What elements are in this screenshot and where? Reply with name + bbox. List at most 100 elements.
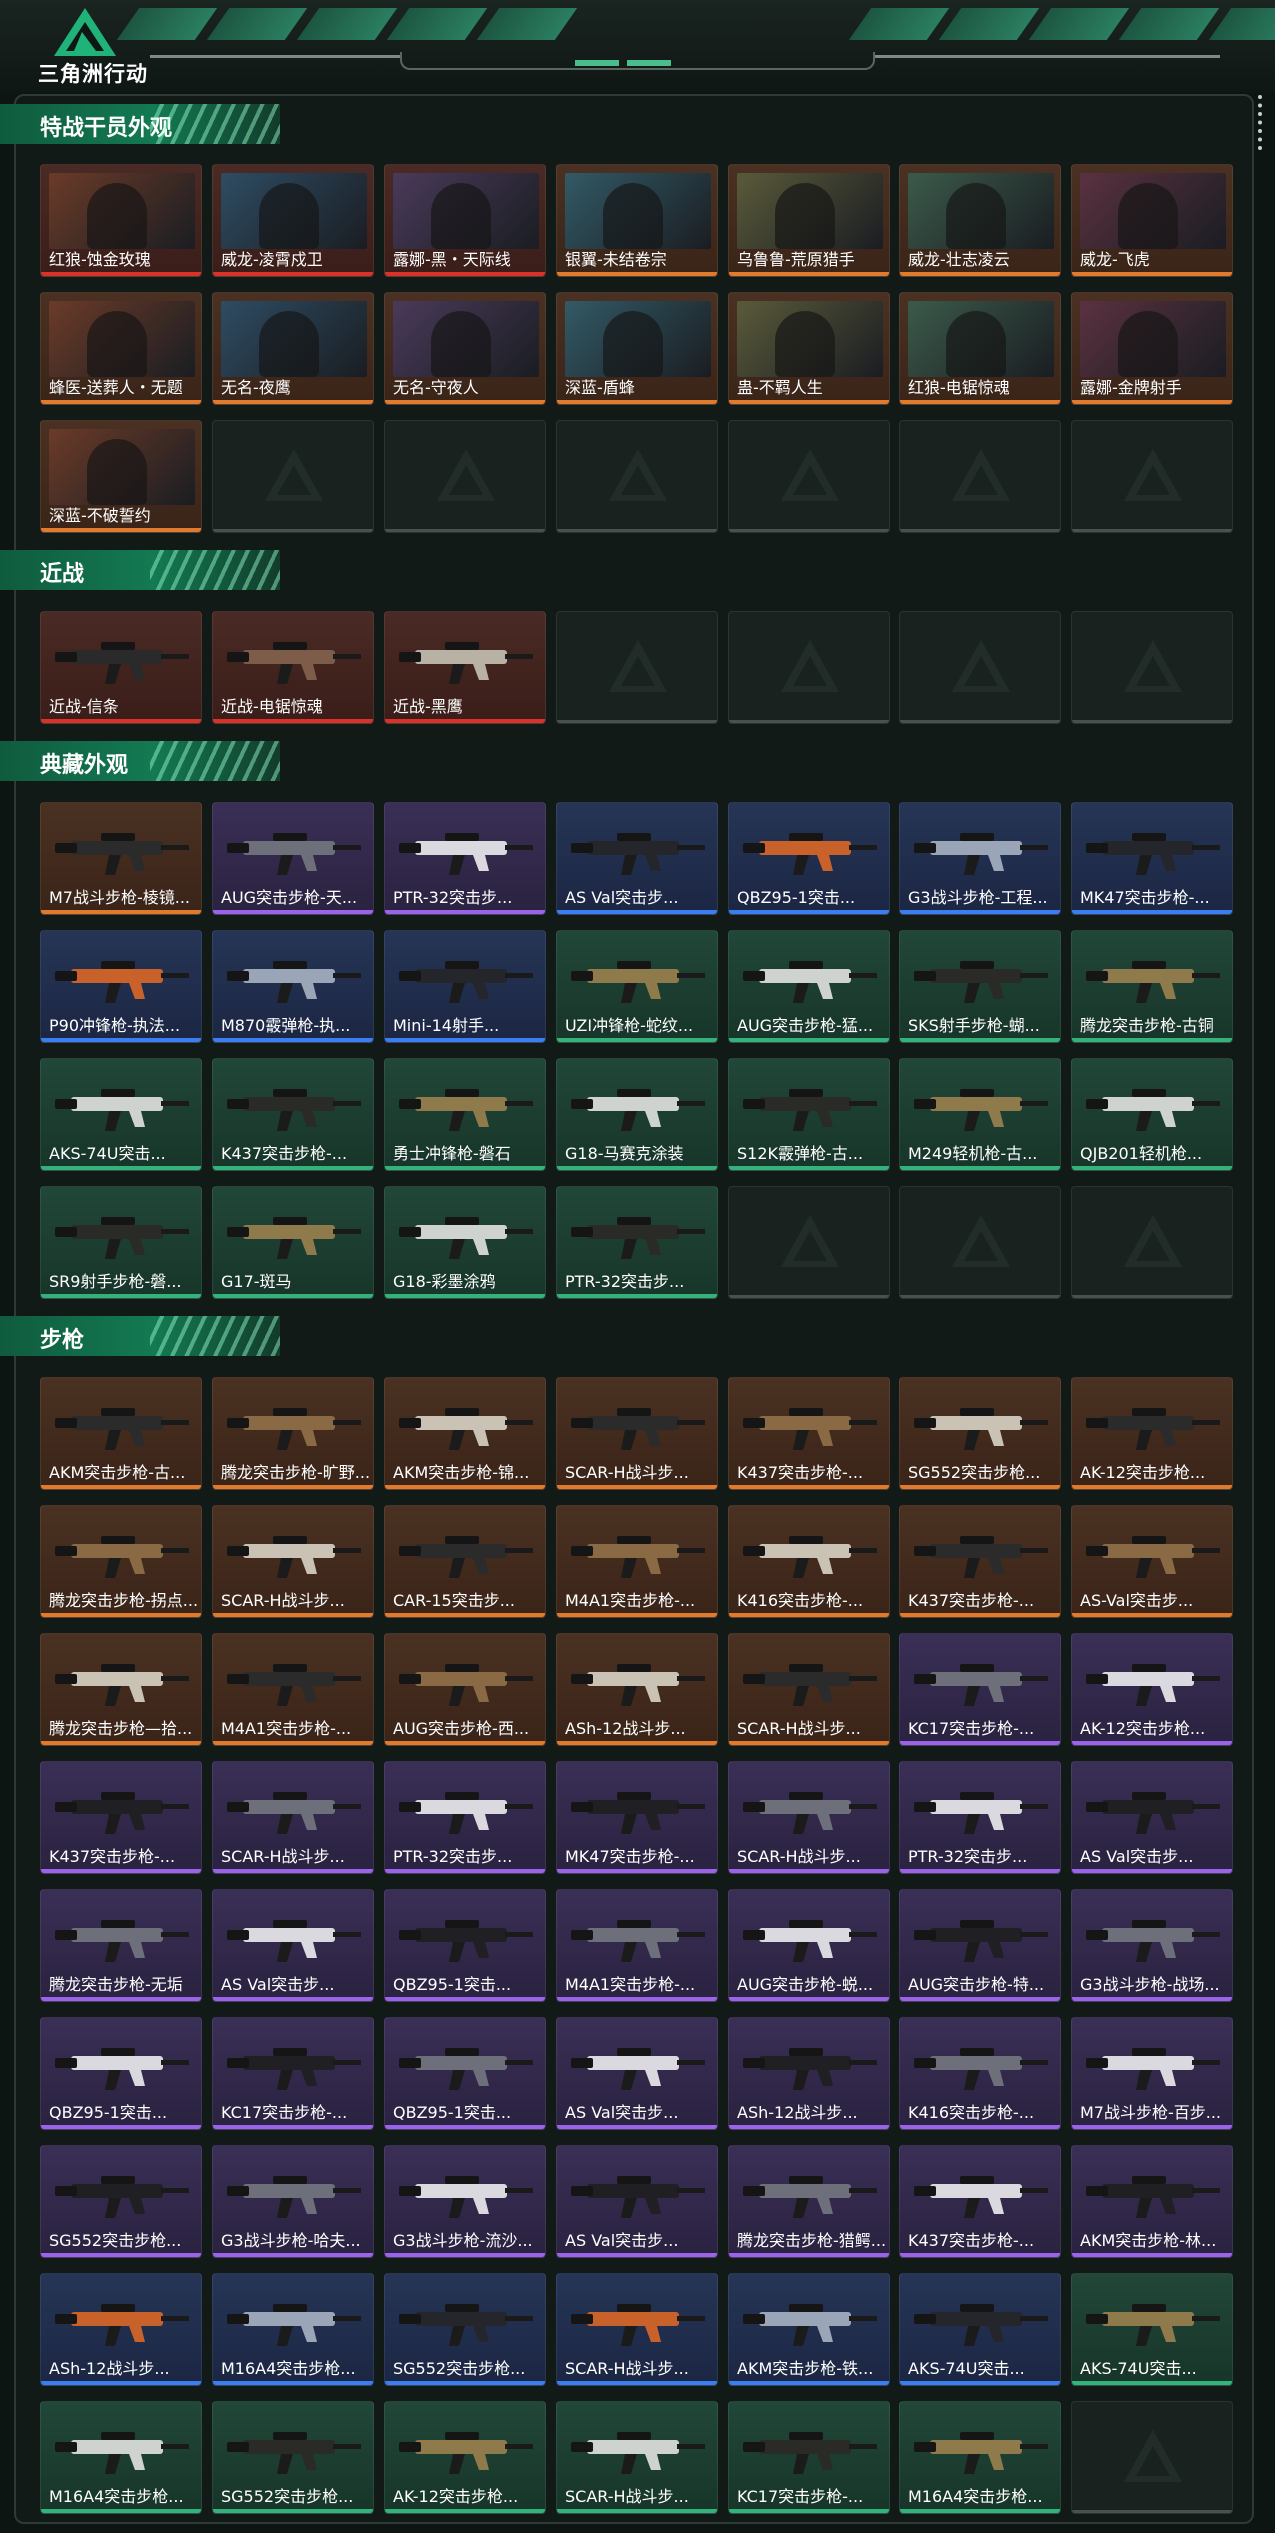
skin-card-k437[interactable]: K437突击步枪-... xyxy=(212,1058,374,1171)
skin-card-item[interactable]: 近战-黑鹰 xyxy=(384,611,546,724)
skin-card-item[interactable]: 深蓝-盾蜂 xyxy=(556,292,718,405)
skin-card-car-15[interactable]: CAR-15突击步... xyxy=(384,1505,546,1618)
skin-card-sg552[interactable]: SG552突击步枪... xyxy=(40,2145,202,2258)
skin-card-g3[interactable]: G3战斗步枪-工程... xyxy=(899,802,1061,915)
skin-card-mini-14[interactable]: Mini-14射手... xyxy=(384,930,546,1043)
skin-card-item[interactable]: 露娜-黑・天际线 xyxy=(384,164,546,277)
skin-card-g3[interactable]: G3战斗步枪-哈夫... xyxy=(212,2145,374,2258)
skin-card-akm[interactable]: AKM突击步枪-古... xyxy=(40,1377,202,1490)
skin-card-sg552[interactable]: SG552突击步枪... xyxy=(384,2273,546,2386)
skin-card-aug[interactable]: AUG突击步枪-西... xyxy=(384,1633,546,1746)
skin-card-item[interactable]: 腾龙突击步枪-拐点... xyxy=(40,1505,202,1618)
skin-card-kc17[interactable]: KC17突击步枪-... xyxy=(212,2017,374,2130)
skin-card-uzi[interactable]: UZI冲锋枪-蛇纹... xyxy=(556,930,718,1043)
skin-card-k416[interactable]: K416突击步枪-... xyxy=(728,1505,890,1618)
skin-card-scar-h[interactable]: SCAR-H战斗步... xyxy=(212,1505,374,1618)
skin-card-akm[interactable]: AKM突击步枪-铁... xyxy=(728,2273,890,2386)
skin-card-scar-h[interactable]: SCAR-H战斗步... xyxy=(556,1377,718,1490)
skin-card-aks-74u[interactable]: AKS-74U突击... xyxy=(40,1058,202,1171)
skin-card-g18[interactable]: G18-马赛克涂装 xyxy=(556,1058,718,1171)
skin-card-item[interactable]: 威龙-凌霄戍卫 xyxy=(212,164,374,277)
skin-card-g3[interactable]: G3战斗步枪-流沙... xyxy=(384,2145,546,2258)
skin-card-mk47[interactable]: MK47突击步枪-... xyxy=(556,1761,718,1874)
skin-card-item[interactable]: 蛊-不羁人生 xyxy=(728,292,890,405)
skin-card-item[interactable]: 近战-电锯惊魂 xyxy=(212,611,374,724)
skin-card-m7[interactable]: M7战斗步枪-棱镜... xyxy=(40,802,202,915)
skin-card-m7[interactable]: M7战斗步枪-百步... xyxy=(1071,2017,1233,2130)
skin-card-aks-74u[interactable]: AKS-74U突击... xyxy=(899,2273,1061,2386)
skin-card-item[interactable]: 红狼-蚀金玫瑰 xyxy=(40,164,202,277)
skin-card-m16a4[interactable]: M16A4突击步枪... xyxy=(212,2273,374,2386)
skin-card-ak-12[interactable]: AK-12突击步枪... xyxy=(1071,1377,1233,1490)
skin-card-aug[interactable]: AUG突击步枪-特... xyxy=(899,1889,1061,2002)
skin-card-scar-h[interactable]: SCAR-H战斗步... xyxy=(556,2401,718,2514)
skin-card-item[interactable]: 勇士冲锋枪-磐石 xyxy=(384,1058,546,1171)
skin-card-g18[interactable]: G18-彩墨涂鸦 xyxy=(384,1186,546,1299)
skin-card-m4a1[interactable]: M4A1突击步枪-... xyxy=(556,1505,718,1618)
skin-card-as-val[interactable]: AS Val突击步... xyxy=(556,802,718,915)
skin-card-item[interactable]: 腾龙突击步枪-旷野... xyxy=(212,1377,374,1490)
skin-card-mk47[interactable]: MK47突击步枪-... xyxy=(1071,802,1233,915)
scroll-indicator[interactable] xyxy=(1258,95,1263,150)
skin-card-m16a4[interactable]: M16A4突击步枪... xyxy=(899,2401,1061,2514)
skin-card-s12k[interactable]: S12K霰弹枪-古... xyxy=(728,1058,890,1171)
skin-card-g3[interactable]: G3战斗步枪-战场... xyxy=(1071,1889,1233,2002)
skin-card-scar-h[interactable]: SCAR-H战斗步... xyxy=(728,1633,890,1746)
skin-card-item[interactable]: 腾龙突击步枪-古铜 xyxy=(1071,930,1233,1043)
skin-card-as-val[interactable]: AS Val突击步... xyxy=(212,1889,374,2002)
skin-card-ptr-32[interactable]: PTR-32突击步... xyxy=(556,1186,718,1299)
skin-card-m4a1[interactable]: M4A1突击步枪-... xyxy=(212,1633,374,1746)
skin-card-ash-12[interactable]: ASh-12战斗步... xyxy=(728,2017,890,2130)
skin-card-qjb201[interactable]: QJB201轻机枪... xyxy=(1071,1058,1233,1171)
skin-card-m16a4[interactable]: M16A4突击步枪... xyxy=(40,2401,202,2514)
skin-card-m870[interactable]: M870霰弹枪-执... xyxy=(212,930,374,1043)
skin-card-k437[interactable]: K437突击步枪-... xyxy=(899,1505,1061,1618)
skin-card-akm[interactable]: AKM突击步枪-林... xyxy=(1071,2145,1233,2258)
skin-card-item[interactable]: 乌鲁鲁-荒原猎手 xyxy=(728,164,890,277)
skin-card-sr9[interactable]: SR9射手步枪-磐... xyxy=(40,1186,202,1299)
skin-card-scar-h[interactable]: SCAR-H战斗步... xyxy=(556,2273,718,2386)
skin-card-item[interactable]: 蜂医-送葬人・无题 xyxy=(40,292,202,405)
skin-card-item[interactable]: 露娜-金牌射手 xyxy=(1071,292,1233,405)
skin-card-k437[interactable]: K437突击步枪-... xyxy=(40,1761,202,1874)
skin-card-ptr-32[interactable]: PTR-32突击步... xyxy=(899,1761,1061,1874)
skin-card-ash-12[interactable]: ASh-12战斗步... xyxy=(40,2273,202,2386)
skin-card-item[interactable]: 银翼-未结卷宗 xyxy=(556,164,718,277)
skin-card-scar-h[interactable]: SCAR-H战斗步... xyxy=(212,1761,374,1874)
skin-card-as-val[interactable]: AS Val突击步... xyxy=(556,2145,718,2258)
skin-card-scar-h[interactable]: SCAR-H战斗步... xyxy=(728,1761,890,1874)
skin-card-qbz95-1[interactable]: QBZ95-1突击... xyxy=(384,1889,546,2002)
skin-card-as-val[interactable]: AS Val突击步... xyxy=(1071,1761,1233,1874)
skin-card-item[interactable]: 腾龙突击步枪—拾... xyxy=(40,1633,202,1746)
skin-card-kc17[interactable]: KC17突击步枪-... xyxy=(899,1633,1061,1746)
skin-card-aug[interactable]: AUG突击步枪-蜕... xyxy=(728,1889,890,2002)
skin-card-m249[interactable]: M249轻机枪-古... xyxy=(899,1058,1061,1171)
skin-card-aks-74u[interactable]: AKS-74U突击... xyxy=(1071,2273,1233,2386)
skin-card-k416[interactable]: K416突击步枪-... xyxy=(899,2017,1061,2130)
skin-card-p90[interactable]: P90冲锋枪-执法... xyxy=(40,930,202,1043)
skin-card-item[interactable]: 腾龙突击步枪-无垢 xyxy=(40,1889,202,2002)
skin-card-akm[interactable]: AKM突击步枪-锦... xyxy=(384,1377,546,1490)
skin-card-k437[interactable]: K437突击步枪-... xyxy=(899,2145,1061,2258)
skin-card-kc17[interactable]: KC17突击步枪-... xyxy=(728,2401,890,2514)
skin-card-k437[interactable]: K437突击步枪-... xyxy=(728,1377,890,1490)
skin-card-item[interactable]: 近战-信条 xyxy=(40,611,202,724)
skin-card-aug[interactable]: AUG突击步枪-猛... xyxy=(728,930,890,1043)
skin-card-item[interactable]: 无名-夜鹰 xyxy=(212,292,374,405)
skin-card-as-val[interactable]: AS-Val突击步... xyxy=(1071,1505,1233,1618)
skin-card-sg552[interactable]: SG552突击步枪... xyxy=(212,2401,374,2514)
skin-card-item[interactable]: 威龙-飞虎 xyxy=(1071,164,1233,277)
skin-card-qbz95-1[interactable]: QBZ95-1突击... xyxy=(728,802,890,915)
skin-card-m4a1[interactable]: M4A1突击步枪-... xyxy=(556,1889,718,2002)
skin-card-sks[interactable]: SKS射手步枪-蝴... xyxy=(899,930,1061,1043)
skin-card-item[interactable]: 无名-守夜人 xyxy=(384,292,546,405)
skin-card-as-val[interactable]: AS Val突击步... xyxy=(556,2017,718,2130)
skin-card-g17[interactable]: G17-斑马 xyxy=(212,1186,374,1299)
skin-card-aug[interactable]: AUG突击步枪-天... xyxy=(212,802,374,915)
skin-card-item[interactable]: 腾龙突击步枪-猎鳄... xyxy=(728,2145,890,2258)
skin-card-ptr-32[interactable]: PTR-32突击步... xyxy=(384,1761,546,1874)
skin-card-ptr-32[interactable]: PTR-32突击步... xyxy=(384,802,546,915)
skin-card-item[interactable]: 红狼-电锯惊魂 xyxy=(899,292,1061,405)
skin-card-item[interactable]: 深蓝-不破誓约 xyxy=(40,420,202,533)
skin-card-qbz95-1[interactable]: QBZ95-1突击... xyxy=(40,2017,202,2130)
